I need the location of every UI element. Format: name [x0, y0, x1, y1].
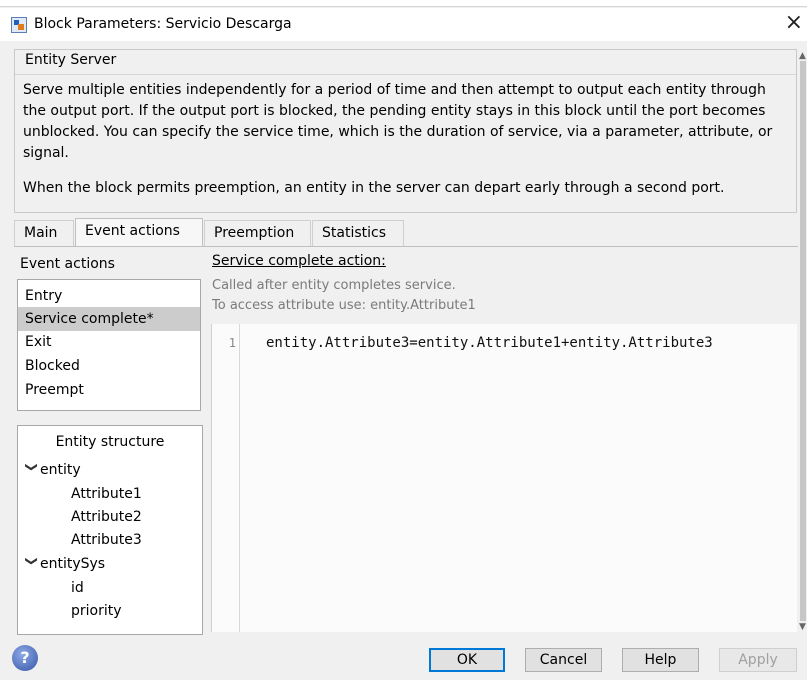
event-actions-list[interactable]: Entry Service complete* Exit Blocked Pre… — [17, 279, 201, 411]
chevron-down-icon[interactable]: ❯ — [21, 556, 43, 572]
help-icon[interactable]: ? — [12, 645, 38, 671]
block-type-title: Entity Server — [25, 52, 117, 68]
preemption-note: When the block permits preemption, an en… — [23, 180, 725, 196]
action-help-text: Called after entity completes service. — [212, 278, 456, 293]
scroll-down-icon[interactable]: ▼ — [799, 622, 806, 632]
close-icon[interactable]: × — [785, 11, 803, 35]
scroll-up-icon[interactable]: ▲ — [799, 51, 806, 61]
action-code-editor[interactable]: 1 entity.Attribute3=entity.Attribute1+en… — [211, 324, 797, 632]
tree-leaf-attribute3[interactable]: Attribute3 — [71, 529, 142, 551]
event-item-service-complete[interactable]: Service complete* — [18, 307, 200, 331]
event-item-exit[interactable]: Exit — [18, 330, 200, 354]
cancel-button[interactable]: Cancel — [525, 648, 602, 672]
chevron-down-icon[interactable]: ❯ — [21, 462, 43, 478]
attribute-access-hint: To access attribute use: entity.Attribut… — [212, 298, 476, 313]
ok-button[interactable]: OK — [429, 648, 505, 672]
line-number-gutter: 1 — [212, 324, 240, 632]
event-item-entry[interactable]: Entry — [18, 284, 200, 308]
tab-main[interactable]: Main — [14, 220, 74, 246]
block-parameters-dialog: Block Parameters: Servicio Descarga × En… — [0, 0, 807, 680]
tab-event-actions[interactable]: Event actions — [75, 218, 203, 246]
entity-structure-title: Entity structure — [55, 434, 165, 450]
tab-statistics[interactable]: Statistics — [312, 220, 404, 246]
tree-leaf-attribute2[interactable]: Attribute2 — [71, 506, 142, 528]
tree-node-entity[interactable]: ❯entity — [24, 459, 81, 481]
service-complete-action-label: Service complete action: — [212, 253, 386, 269]
line-number: 1 — [228, 336, 236, 350]
code-line[interactable]: entity.Attribute3=entity.Attribute1+enti… — [266, 335, 713, 351]
title-bar: Block Parameters: Servicio Descarga × — [0, 8, 807, 41]
tree-leaf-attribute1[interactable]: Attribute1 — [71, 483, 142, 505]
event-actions-label: Event actions — [20, 256, 115, 272]
simulink-block-icon — [11, 17, 27, 33]
tree-leaf-priority[interactable]: priority — [71, 600, 122, 622]
entity-structure-tree: Entity structure ❯entity Attribute1 Attr… — [17, 425, 203, 635]
tree-leaf-id[interactable]: id — [71, 577, 84, 599]
apply-button[interactable]: Apply — [719, 648, 797, 672]
vertical-scrollbar[interactable]: ▲ ▼ — [799, 49, 807, 634]
help-button[interactable]: Help — [622, 648, 699, 672]
tab-preemption[interactable]: Preemption — [204, 220, 311, 246]
window-title: Block Parameters: Servicio Descarga — [34, 16, 292, 32]
tree-node-entitysys[interactable]: ❯entitySys — [24, 553, 105, 575]
top-edge — [0, 0, 807, 7]
scrollbar-thumb[interactable] — [800, 61, 806, 621]
event-item-preempt[interactable]: Preempt — [18, 378, 200, 402]
block-description-group: Entity Server Serve multiple entities in… — [14, 49, 797, 213]
event-item-blocked[interactable]: Blocked — [18, 354, 200, 378]
block-description: Serve multiple entities independently fo… — [23, 82, 773, 161]
